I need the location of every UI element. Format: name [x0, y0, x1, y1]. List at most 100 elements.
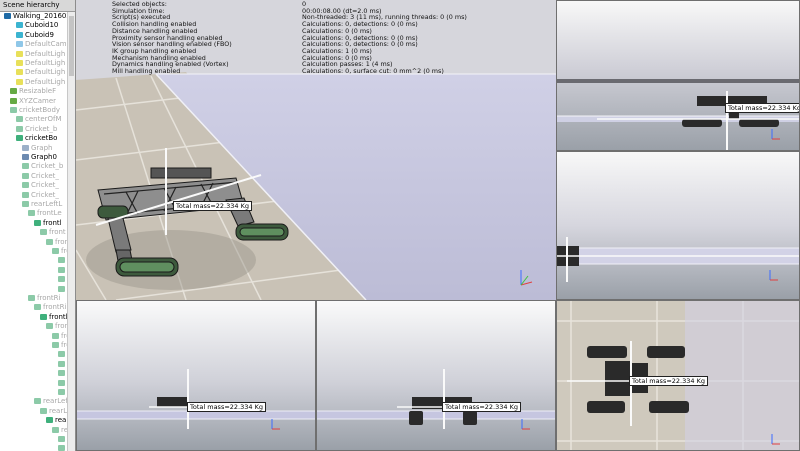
hierarchy-item-label: frontRi	[43, 303, 67, 312]
object-icon	[58, 351, 65, 358]
object-icon	[16, 69, 23, 76]
hierarchy-item-label: DefaultLigh	[25, 77, 66, 86]
top-view-bottom-right[interactable]: Total mass=22.334 Kg	[556, 300, 800, 451]
hierarchy-item[interactable]: front	[40, 228, 66, 237]
hierarchy-item[interactable]: frontRi	[34, 303, 66, 312]
hierarchy-item[interactable]: Graph0	[22, 153, 57, 162]
object-icon	[16, 31, 23, 38]
hierarchy-item-label: DefaultLigh	[25, 59, 66, 67]
total-mass-label-main: Total mass=22.334 Kg	[173, 201, 252, 211]
hierarchy-item-label: DefaultCam	[25, 40, 67, 49]
total-mass-label-front-middle: Total mass=22.334 Kg	[442, 402, 521, 412]
total-mass-label-front-left: Total mass=22.334 Kg	[187, 402, 266, 412]
object-icon	[58, 389, 65, 395]
hierarchy-item-label: rearLeftL	[31, 200, 63, 208]
object-icon	[46, 238, 53, 245]
hierarchy-item[interactable]: DefaultLigh	[16, 68, 65, 77]
simulation-info-overlay: Selected objects: 0 Simulation time: 00:00:…	[76, 0, 556, 78]
object-icon	[58, 276, 65, 283]
front-view-bottom-middle[interactable]: Total mass=22.334 Kg	[316, 300, 556, 451]
object-icon	[46, 323, 53, 330]
object-icon	[16, 116, 23, 123]
hierarchy-item[interactable]: XYZCamer	[10, 97, 56, 106]
object-icon	[28, 295, 35, 301]
scrollbar-thumb[interactable]	[69, 16, 74, 76]
hierarchy-item[interactable]: frontl	[34, 219, 62, 228]
object-icon	[16, 135, 23, 142]
hierarchy-item-label: DefaultLigh	[25, 68, 66, 77]
object-icon	[40, 407, 47, 414]
hierarchy-item[interactable]: Cricket_b	[16, 125, 57, 134]
object-icon	[4, 13, 11, 19]
hierarchy-item-label: cricketBo	[25, 134, 58, 143]
object-icon	[52, 342, 59, 348]
hierarchy-item[interactable]: centerOfM	[16, 115, 62, 124]
object-icon	[34, 398, 41, 405]
hierarchy-item[interactable]: Cricket_b	[22, 162, 63, 171]
object-icon	[16, 22, 23, 29]
total-mass-label-side-top: Total mass=22.334 Kg	[725, 103, 799, 113]
hierarchy-item-label: frontLe	[37, 209, 62, 218]
hierarchy-item-label: frontRi	[37, 294, 61, 302]
object-icon	[58, 285, 65, 292]
object-icon	[16, 125, 23, 132]
object-icon	[10, 88, 17, 95]
hierarchy-item[interactable]: rearLeftL	[22, 200, 62, 209]
hierarchy-item[interactable]: DefaultLigh	[16, 50, 65, 59]
object-icon	[40, 313, 47, 320]
object-icon	[40, 229, 47, 236]
object-icon	[16, 78, 23, 85]
object-icon	[58, 445, 65, 451]
hierarchy-item[interactable]: cricketBody	[10, 106, 60, 115]
hierarchy-item[interactable]: frontLe	[28, 209, 62, 218]
hierarchy-item[interactable]: ResizableF	[10, 87, 56, 96]
hierarchy-item-label: Cricket_b	[25, 124, 58, 133]
side-view-middle-right[interactable]	[556, 151, 800, 300]
scene-hierarchy-title: Scene hierarchy	[0, 0, 75, 12]
hierarchy-item-label: Graph	[31, 143, 53, 152]
side-view-top-right[interactable]: Total mass=22.334 Kg	[556, 0, 800, 151]
hierarchy-item[interactable]: frontRi	[28, 294, 60, 303]
hierarchy-item-label: Cricket_	[31, 181, 59, 190]
object-icon	[58, 266, 65, 273]
object-icon	[22, 201, 29, 207]
info-value: Calculations: 0, surface cut: 0 mm^2 (0 …	[302, 67, 444, 75]
hierarchy-item[interactable]: Cuboid10	[16, 21, 58, 30]
front-view-bottom-left[interactable]: Total mass=22.334 Kg	[76, 300, 316, 451]
hierarchy-item[interactable]: Cricket_	[22, 181, 59, 190]
object-icon	[58, 436, 65, 442]
hierarchy-item[interactable]: DefaultCam	[16, 40, 67, 49]
hierarchy-item-label: Walking_2016022	[13, 12, 76, 20]
hierarchy-item[interactable]: cricketBo	[16, 134, 57, 143]
object-icon	[34, 219, 41, 226]
object-icon	[58, 360, 65, 367]
hierarchy-item-label: Cuboid9	[25, 30, 54, 39]
hierarchy-item[interactable]: DefaultLigh	[16, 78, 65, 87]
hierarchy-item[interactable]: Cuboid9	[16, 31, 54, 40]
hierarchy-item-label: Cuboid10	[25, 21, 59, 30]
hierarchy-scrollbar[interactable]	[67, 12, 75, 451]
object-icon	[58, 379, 65, 386]
object-icon	[22, 191, 29, 198]
hierarchy-item[interactable]: Graph	[22, 144, 52, 153]
object-icon	[16, 60, 23, 66]
object-icon	[28, 210, 35, 217]
hierarchy-item[interactable]: Walking_2016022	[4, 12, 75, 21]
hierarchy-item-label: Cricket_	[31, 171, 59, 180]
front-view-middle-render	[317, 369, 555, 430]
total-mass-label-top: Total mass=22.334 Kg	[629, 376, 708, 386]
hierarchy-item[interactable]: DefaultLigh	[16, 59, 65, 68]
object-icon	[22, 154, 29, 160]
hierarchy-item[interactable]: fron	[46, 238, 69, 247]
object-icon	[22, 182, 29, 189]
object-icon	[10, 107, 17, 113]
hierarchy-item[interactable]: Cricket_	[22, 191, 59, 200]
side-view-middle-render	[557, 237, 799, 282]
hierarchy-item-label: Cricket_	[31, 190, 59, 199]
object-icon	[52, 332, 59, 339]
hierarchy-item-label: DefaultLigh	[25, 49, 66, 58]
hierarchy-item[interactable]: frontl	[40, 313, 68, 322]
hierarchy-item-label: Cricket_b	[31, 162, 64, 171]
hierarchy-item[interactable]: Cricket_	[22, 172, 59, 181]
info-label: Mill handling enabled	[112, 67, 181, 75]
